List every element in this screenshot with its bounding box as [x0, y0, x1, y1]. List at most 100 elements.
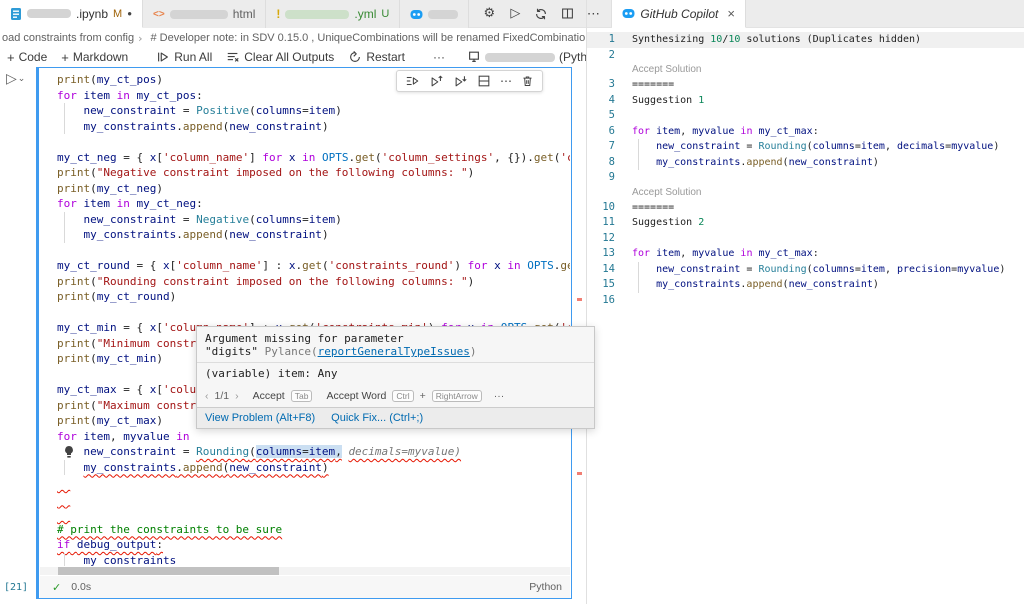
restart-kernel-button[interactable]: Restart	[348, 50, 405, 64]
split-editor-icon[interactable]	[559, 6, 575, 22]
cell-language-picker[interactable]: Python	[529, 581, 562, 593]
code-line[interactable]	[57, 305, 570, 321]
accept-button[interactable]: Accept	[253, 390, 285, 402]
code-line[interactable]: 15 my_constraints.append(new_constraint)	[587, 277, 1024, 293]
quick-fix-link[interactable]: Quick Fix... (Ctrl+;)	[331, 412, 423, 424]
code-line[interactable]: my_ct_neg = { x['column_name'] for x in …	[57, 150, 570, 166]
horizontal-scrollbar[interactable]	[40, 567, 570, 575]
tab-github-copilot[interactable]: GitHub Copilot ×	[612, 0, 746, 28]
line-number: 6	[587, 124, 615, 140]
add-code-cell-button[interactable]: + Code	[7, 50, 47, 65]
code-line[interactable]	[57, 134, 570, 150]
code-line[interactable]: 2	[587, 48, 1024, 64]
more-actions-icon[interactable]: ⋯	[585, 6, 601, 22]
code-line[interactable]: print(my_ct_round)	[57, 289, 570, 305]
code-line[interactable]: 3=======	[587, 77, 1024, 93]
editor-actions: ⚙ ▷ ⋯	[471, 0, 611, 27]
cell-status-bar: ✓ 0.0s Python	[40, 576, 570, 598]
clear-outputs-icon	[226, 50, 240, 64]
redacted-filename	[27, 9, 71, 18]
line-number: 8	[587, 155, 615, 171]
gear-icon[interactable]: ⚙	[481, 6, 497, 22]
breadcrumb-cell[interactable]: # Developer note: in SDV 0.15.0 , Unique…	[150, 32, 586, 44]
code-line[interactable]: new_constraint = Rounding(columns=item, …	[57, 444, 570, 460]
more-actions-button[interactable]: ···	[433, 50, 445, 64]
code-line[interactable]: my_ct_round = { x['column_name'] : x.get…	[57, 258, 570, 274]
add-markdown-cell-button[interactable]: + Markdown	[61, 50, 128, 65]
run-icon[interactable]: ▷	[507, 6, 523, 22]
lightbulb-icon[interactable]	[63, 445, 75, 459]
accept-solution-codelens[interactable]: Accept Solution	[632, 63, 1024, 77]
code-line[interactable]: for item in my_ct_pos:	[57, 88, 570, 104]
suggestion-count: 1/1	[215, 390, 230, 402]
restart-icon	[348, 50, 362, 64]
code-line[interactable]: 12	[587, 231, 1024, 247]
code-line[interactable]	[57, 506, 570, 522]
tab-label: GitHub Copilot	[640, 7, 718, 21]
tab-notebook[interactable]: .ipynb M ●	[0, 0, 143, 28]
code-line[interactable]: new_constraint = Negative(columns=item)	[57, 212, 570, 228]
accept-word-button[interactable]: Accept Word	[326, 390, 386, 402]
run-all-icon	[156, 50, 170, 64]
cell-code-lines[interactable]: print(my_ct_pos)for item in my_ct_pos: n…	[57, 72, 570, 566]
code-line[interactable]: 16	[587, 293, 1024, 309]
code-line[interactable]: my_constraints.append(new_constraint)	[57, 227, 570, 243]
copilot-icon	[410, 8, 423, 21]
cell-exec-duration: 0.0s	[71, 581, 91, 593]
code-line[interactable]: new_constraint = Positive(columns=item)	[57, 103, 570, 119]
code-line[interactable]: print(my_ct_neg)	[57, 181, 570, 197]
code-line[interactable]: print("Negative constraint imposed on th…	[57, 165, 570, 181]
line-number: 3	[587, 77, 615, 93]
tab-copilot-doc[interactable]	[400, 0, 469, 28]
sync-icon[interactable]	[533, 6, 549, 22]
code-line[interactable]: print("Rounding constraint imposed on th…	[57, 274, 570, 290]
scrollbar-thumb[interactable]	[58, 567, 279, 575]
clear-all-outputs-button[interactable]: Clear All Outputs	[226, 50, 334, 64]
prev-suggestion-icon[interactable]: ‹	[205, 390, 209, 402]
code-line[interactable]: 7 new_constraint = Rounding(columns=item…	[587, 139, 1024, 155]
code-line[interactable]: # print the constraints to be sure	[57, 522, 570, 538]
git-modified-badge: M	[113, 8, 122, 20]
code-line[interactable]: if debug_output:	[57, 537, 570, 553]
run-cell-button[interactable]: ▷ ⌄	[6, 71, 25, 87]
code-line[interactable]: 9	[587, 170, 1024, 186]
code-line[interactable]: 5	[587, 108, 1024, 124]
redacted-filename	[428, 10, 458, 19]
run-all-button[interactable]: Run All	[156, 50, 212, 64]
notebook-icon	[10, 7, 22, 21]
breadcrumb-section[interactable]: oad constraints from config	[2, 32, 134, 44]
more-icon[interactable]: ···	[494, 390, 505, 402]
code-line[interactable]: 11Suggestion 2	[587, 215, 1024, 231]
code-line[interactable]: 4Suggestion 1	[587, 93, 1024, 109]
tab-html[interactable]: <> html	[143, 0, 266, 28]
code-line[interactable]	[57, 491, 570, 507]
code-line[interactable]: my_constraints	[57, 553, 570, 567]
next-suggestion-icon[interactable]: ›	[235, 390, 239, 402]
close-icon[interactable]: ×	[727, 6, 735, 21]
diagnostic-message: Argument missing for parameter	[205, 332, 586, 345]
tab-yml[interactable]: ! .yml U	[266, 0, 400, 28]
code-line[interactable]: 6for item, myvalue in my_ct_max:	[587, 124, 1024, 140]
code-line[interactable]: for item in my_ct_neg:	[57, 196, 570, 212]
dirty-dot-icon[interactable]: ●	[127, 9, 132, 18]
line-number: 14	[587, 262, 615, 278]
code-line[interactable]: my_constraints.append(new_constraint)	[57, 460, 570, 476]
code-line[interactable]: 14 new_constraint = Rounding(columns=ite…	[587, 262, 1024, 278]
copilot-suggestions-editor[interactable]: 1Synthesizing 10/10 solutions (Duplicate…	[587, 29, 1024, 604]
plus-icon: +	[7, 50, 15, 65]
code-line[interactable]: for item, myvalue in	[57, 429, 570, 445]
code-line[interactable]	[57, 475, 570, 491]
code-line[interactable]: 10=======	[587, 200, 1024, 216]
redacted-filename	[285, 10, 349, 19]
copilot-icon	[622, 7, 635, 20]
code-line[interactable]: 8 my_constraints.append(new_constraint)	[587, 155, 1024, 171]
code-line[interactable]	[57, 243, 570, 259]
code-line[interactable]: 1Synthesizing 10/10 solutions (Duplicate…	[587, 32, 1024, 48]
code-line[interactable]: print(my_ct_pos)	[57, 72, 570, 88]
view-problem-link[interactable]: View Problem (Alt+F8)	[205, 412, 315, 424]
diagnostic-code-link[interactable]: reportGeneralTypeIssues	[318, 345, 470, 358]
code-line[interactable]: 13for item, myvalue in my_ct_max:	[587, 246, 1024, 262]
code-line[interactable]: my_constraints.append(new_constraint)	[57, 119, 570, 135]
tab-suffix: .ipynb	[76, 7, 108, 21]
accept-solution-codelens[interactable]: Accept Solution	[632, 186, 1024, 200]
